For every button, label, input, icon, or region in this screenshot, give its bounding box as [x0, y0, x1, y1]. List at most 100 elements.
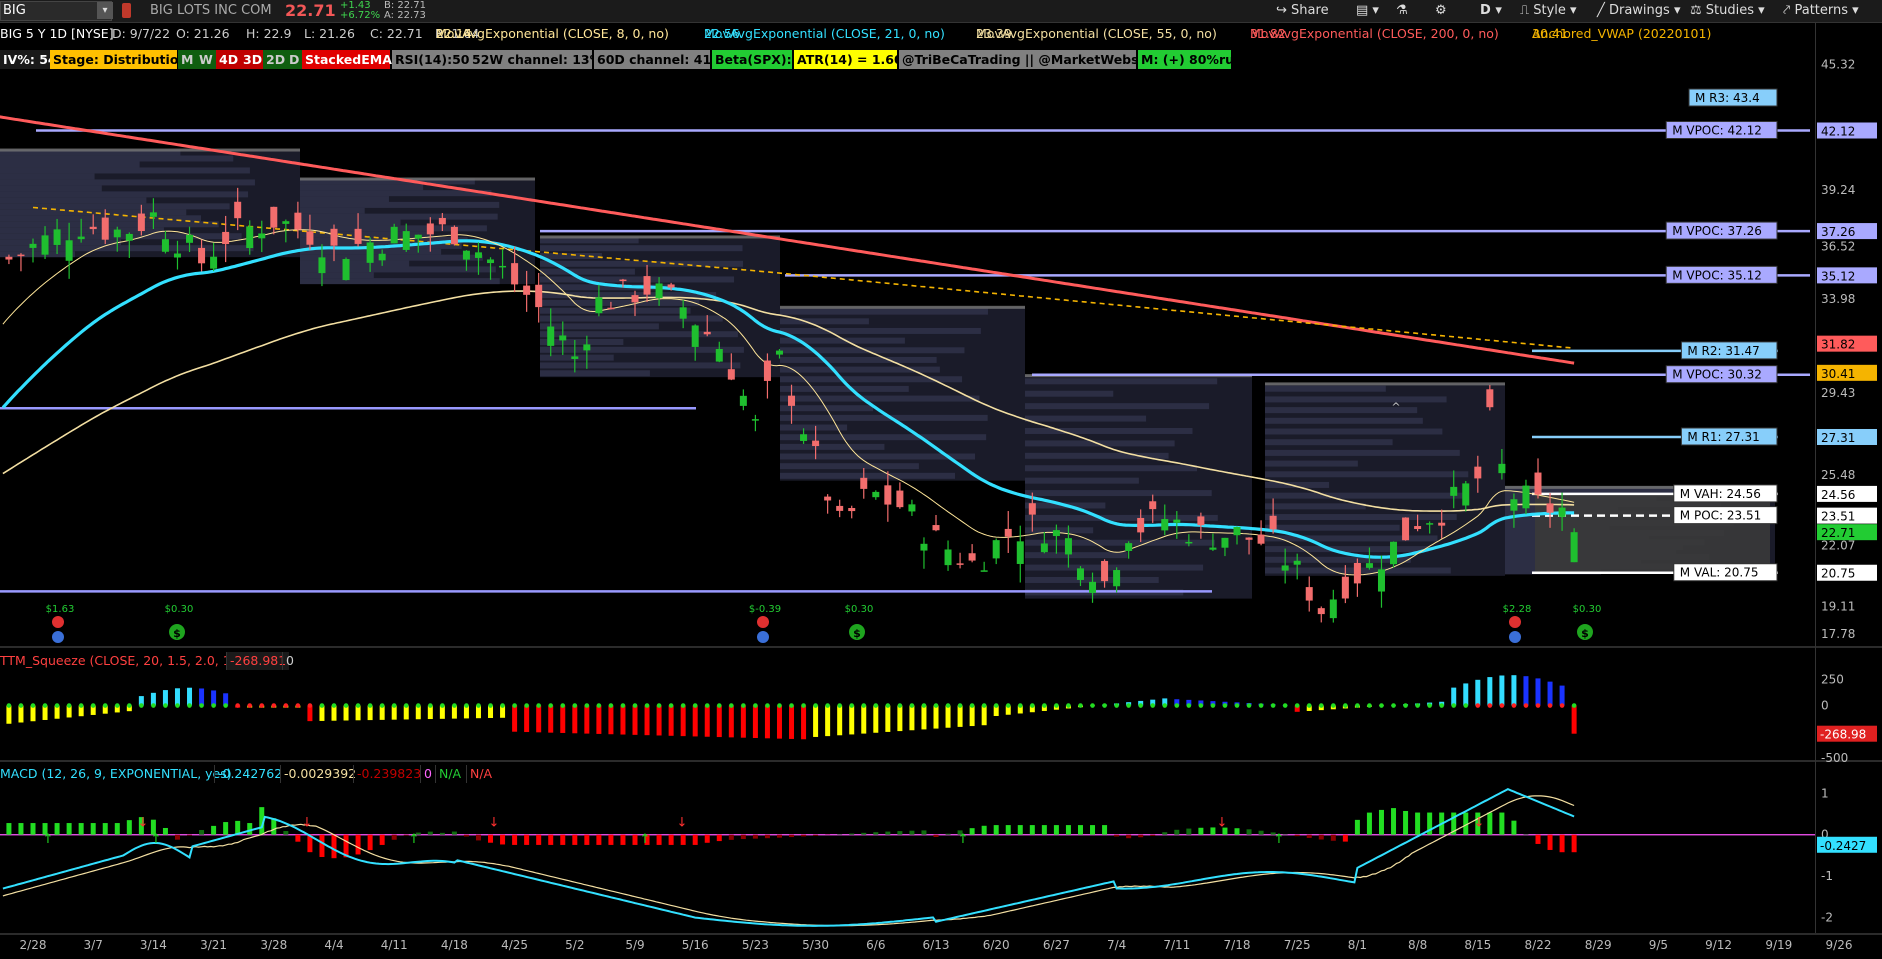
flag-icon[interactable]: [122, 3, 131, 18]
macd-histogram-bar: [668, 834, 674, 845]
ttm-squeeze-dot: [632, 703, 638, 708]
ttm-bar: [1065, 705, 1071, 709]
study-avwap-value: 30.41: [1532, 26, 1568, 41]
profile-bar: [780, 318, 869, 325]
flask-button[interactable]: ⚗: [1396, 0, 1408, 22]
macd-histogram-bar: [1535, 834, 1541, 844]
chart-grid: [0, 22, 1882, 935]
dividend-symbol: $: [173, 627, 181, 640]
notes-button[interactable]: ▤ ▾: [1356, 0, 1379, 22]
profile-bar: [540, 362, 741, 369]
macd-histogram-bar: [1174, 829, 1180, 835]
macd-histogram-bar: [307, 834, 313, 853]
ttm-bar: [969, 705, 975, 727]
ttm-bar: [1342, 705, 1348, 709]
profile-bar: [300, 278, 500, 285]
ttm-squeeze-dot: [307, 703, 313, 708]
ttm-squeeze-dot: [1331, 703, 1336, 708]
macd-histogram-bar: [283, 831, 289, 835]
candle-body: [775, 350, 783, 355]
settings-button[interactable]: ⚙: [1435, 0, 1447, 22]
macd-title[interactable]: MACD (12, 26, 9, EXPONENTIAL, yes): [0, 765, 232, 783]
time-axis[interactable]: 2/28 3/7 3/14 3/21 3/28 4/4 4/11 4/18 4/25 5/2 5/9…: [20, 938, 1882, 952]
ttm-bar: [632, 705, 638, 735]
macd-histogram-bar: [427, 831, 433, 835]
profile-bar: [780, 347, 965, 354]
profile-bar: [1505, 553, 1710, 560]
macd-histogram-bar: [1391, 808, 1397, 835]
macd-histogram-bar: [1294, 834, 1300, 837]
symbol-input[interactable]: BIG: [0, 1, 112, 21]
macd-histogram-bar: [536, 834, 542, 845]
ttm-bar: [259, 705, 265, 708]
price-label: 23.51: [1821, 510, 1855, 524]
profile-block: [780, 306, 1025, 481]
macd-histogram-bar: [801, 834, 807, 837]
profile-bar: [540, 260, 744, 267]
ttm-bar: [6, 705, 12, 724]
price-chart[interactable]: M R3: 43.4 M VPOC: 42.12 M VPOC: 37.26 M VP…: [0, 0, 1882, 959]
candle-body: [1197, 516, 1205, 526]
candle-body: [1558, 507, 1566, 517]
macd-histogram-bar: [560, 834, 566, 845]
period-button[interactable]: D ▾: [1480, 0, 1502, 22]
macd-histogram-bar: [764, 834, 770, 839]
drawings-button[interactable]: ╱ Drawings ▾: [1597, 0, 1680, 22]
price-axis[interactable]: 45.32 39.24 36.52 33.98 29.43 25.48 22.07 19.11…: [1817, 57, 1877, 925]
ttm-squeeze-dot: [981, 703, 987, 708]
ttm-bar: [138, 696, 144, 706]
ttm-bar: [584, 705, 590, 734]
candle-body: [1004, 528, 1012, 537]
ttm-squeeze-dot: [813, 703, 818, 708]
profile-bar: [540, 253, 602, 260]
macd-histogram-bar: [1210, 827, 1216, 835]
profile-bar: [780, 327, 981, 334]
macd-histogram-bar: [993, 825, 999, 835]
candle-body: [1486, 389, 1494, 408]
ttm-bar: [752, 705, 758, 738]
macd-histogram-bar: [114, 823, 120, 835]
profile-bar: [1025, 427, 1193, 434]
ttm-title[interactable]: TTM_Squeeze (CLOSE, 20, 1.5, 2.0, 1.0): [0, 652, 248, 670]
ema200-line: [0, 115, 1575, 365]
level-label-box: [1673, 484, 1778, 503]
share-button[interactable]: ↪ Share: [1276, 0, 1329, 22]
style-label: Style: [1533, 3, 1566, 18]
ttm-squeeze-dot: [945, 703, 951, 708]
ttm-squeeze-dot: [1391, 703, 1396, 708]
profile-bar: [780, 424, 848, 431]
candle-body: [631, 295, 639, 303]
candle-body: [125, 233, 133, 241]
level-label-box: [1673, 563, 1778, 582]
symbol-dropdown-icon[interactable]: ▾: [97, 2, 113, 19]
label-stacked-emas: StackedEMAs: [302, 50, 399, 69]
ttm-bar: [813, 705, 819, 737]
candle-body: [571, 356, 579, 359]
candle-body: [691, 325, 699, 347]
profile-block: [1505, 486, 1775, 574]
candle-body: [246, 226, 254, 249]
x-tick-label: 5/2: [565, 938, 584, 952]
ttm-squeeze-dot: [1367, 703, 1372, 708]
price-label: 42.12: [1821, 125, 1855, 139]
earnings-events: $1.63 $0.30 $ $-0.39 $0.30 $ $2.28 $0.30 $: [46, 604, 1601, 643]
candle-body: [812, 440, 820, 447]
ttm-squeeze-dot: [428, 703, 433, 708]
ttm-squeeze-dot: [102, 703, 108, 708]
ttm-bar: [1258, 703, 1264, 706]
ttm-squeeze-dot: [1090, 703, 1095, 708]
patterns-button[interactable]: ⤤ Patterns ▾: [1783, 0, 1859, 22]
style-button[interactable]: ⎍ Style ▾: [1520, 0, 1577, 22]
x-tick-label: 5/30: [802, 938, 829, 952]
studies-button[interactable]: ⚖ Studies ▾: [1690, 0, 1765, 22]
study-avwap[interactable]: Anchored_VWAP (20220101) 30.41 …: [1532, 24, 1711, 44]
price-label: 22.71: [1821, 526, 1855, 540]
macd-histogram-bar: [138, 817, 144, 835]
macd-signal-line: [2, 795, 1575, 927]
macd-histogram-bar: [1150, 834, 1156, 836]
profile-bar: [540, 370, 650, 377]
candle-body: [1161, 519, 1169, 531]
profile-bar: [0, 215, 201, 222]
profile-bar: [1265, 471, 1469, 478]
label-2d: 2D: [263, 50, 286, 69]
